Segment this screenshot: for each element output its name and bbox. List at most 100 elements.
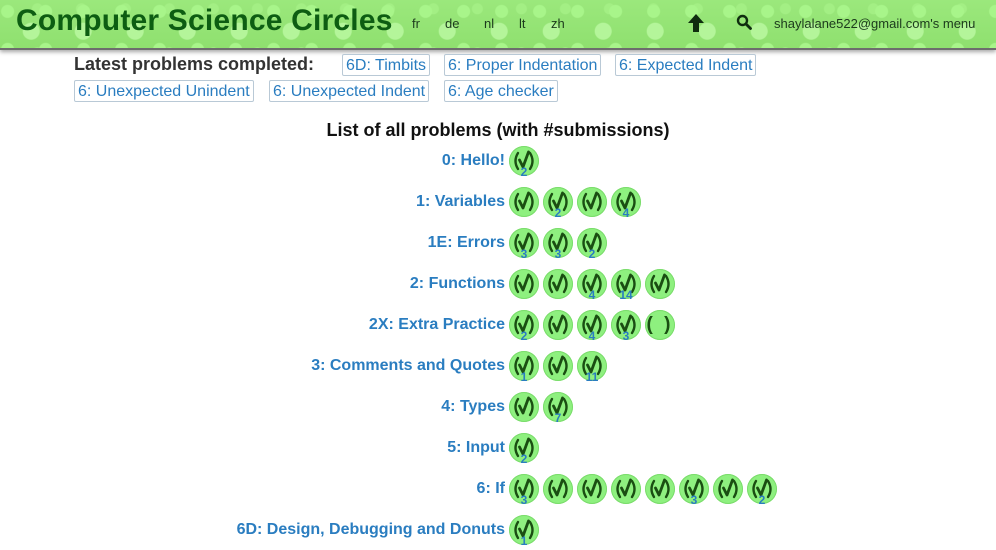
problem-done-badge[interactable]: 1 (509, 351, 539, 384)
checkmark-badge-icon (548, 273, 568, 294)
checkmark-badge-icon (514, 273, 534, 294)
empty-parens-icon: ( ) (646, 314, 674, 335)
problem-done-badge[interactable] (713, 474, 743, 504)
top-bar: Computer Science Circles fr de nl lt zh … (0, 0, 996, 50)
checkmark-badge-icon (514, 191, 534, 212)
problem-done-badge[interactable]: 2 (509, 146, 539, 179)
problem-done-badge[interactable]: 4 (577, 310, 607, 343)
problem-row: 0: Hello! 2 (0, 144, 996, 180)
submission-count: 3 (690, 493, 698, 507)
problem-done-badge[interactable]: 2 (577, 228, 607, 261)
submission-count: 2 (520, 165, 528, 179)
problem-done-badge[interactable] (543, 310, 573, 340)
problem-open-badge[interactable]: ( ) (645, 310, 675, 340)
checkmark-badge-icon (548, 478, 568, 499)
submission-count: 11 (585, 370, 599, 384)
problem-row: 5: Input 2 (0, 431, 996, 467)
latest-problem-link[interactable]: 6: Unexpected Indent (269, 80, 430, 102)
problem-list-title: List of all problems (with #submissions) (326, 120, 670, 140)
submission-count: 4 (588, 329, 596, 343)
problem-done-badge[interactable] (577, 474, 607, 504)
problem-done-badge[interactable] (645, 269, 675, 299)
problem-done-badge[interactable] (543, 269, 573, 299)
latest-problems-label: Latest problems completed: (74, 54, 315, 74)
problem-done-badge[interactable] (645, 474, 675, 504)
submission-count: 2 (588, 247, 596, 261)
problem-done-badge[interactable]: 3 (509, 474, 539, 507)
problem-done-badge[interactable] (543, 474, 573, 504)
problem-done-badge[interactable]: 2 (543, 187, 573, 220)
problem-row: 2: Functions 4 14 (0, 267, 996, 303)
submission-count: 14 (619, 288, 633, 302)
site-title[interactable]: Computer Science Circles (16, 4, 393, 38)
lang-de[interactable]: de (445, 16, 459, 31)
problem-chapter-link[interactable]: 1E: Errors (428, 234, 505, 252)
latest-problem-link[interactable]: 6: Age checker (444, 80, 558, 102)
problem-done-badge[interactable]: 2 (747, 474, 777, 507)
problem-row: 1E: Errors 3 3 2 (0, 226, 996, 262)
problem-row: 3: Comments and Quotes 1 11 (0, 349, 996, 385)
checkmark-badge-icon (548, 314, 568, 335)
lang-lt[interactable]: lt (519, 16, 526, 31)
arrow-up-icon[interactable] (686, 12, 706, 34)
problem-done-badge[interactable]: 14 (611, 269, 641, 302)
user-menu[interactable]: shaylalane522@gmail.com's menu (774, 16, 975, 31)
problem-done-badge[interactable]: 1 (509, 515, 539, 548)
problem-done-badge[interactable] (611, 474, 641, 504)
lang-nl[interactable]: nl (484, 16, 494, 31)
checkmark-badge-icon (616, 478, 636, 499)
problem-done-badge[interactable] (543, 351, 573, 381)
latest-problem-link[interactable]: 6: Expected Indent (615, 54, 757, 76)
checkmark-badge-icon (582, 478, 602, 499)
problem-row: 2X: Extra Practice 2 4 3 ( ) (0, 308, 996, 344)
submission-count: 1 (520, 370, 528, 384)
problem-row: 6D: Design, Debugging and Donuts 1 (0, 513, 996, 549)
submission-count: 3 (520, 247, 528, 261)
problem-done-badge[interactable] (509, 187, 539, 217)
submission-count: 2 (520, 452, 528, 466)
submission-count: 3 (622, 329, 630, 343)
problem-row: 6: If 3 3 2 (0, 472, 996, 508)
problem-done-badge[interactable]: 11 (577, 351, 607, 384)
problem-chapter-link[interactable]: 3: Comments and Quotes (311, 357, 505, 375)
submission-count: 3 (520, 493, 528, 507)
problem-done-badge[interactable] (509, 392, 539, 422)
problem-done-badge[interactable]: 3 (543, 228, 573, 261)
checkmark-badge-icon (718, 478, 738, 499)
submission-count: 2 (758, 493, 766, 507)
checkmark-badge-icon (650, 273, 670, 294)
problem-done-badge[interactable]: 3 (611, 310, 641, 343)
problem-done-badge[interactable]: 2 (509, 310, 539, 343)
submission-count: 2 (554, 206, 562, 220)
problem-done-badge[interactable]: 4 (611, 187, 641, 220)
problem-chapter-link[interactable]: 1: Variables (416, 193, 505, 211)
submission-count: 3 (554, 247, 562, 261)
problem-done-badge[interactable]: 3 (679, 474, 709, 507)
problem-done-badge[interactable] (509, 269, 539, 299)
checkmark-badge-icon (514, 396, 534, 417)
problem-chapter-link[interactable]: 2X: Extra Practice (369, 316, 505, 334)
problem-done-badge[interactable]: 3 (509, 228, 539, 261)
problem-row: 1: Variables 2 4 (0, 185, 996, 221)
problem-chapter-link[interactable]: 4: Types (441, 398, 505, 416)
submission-count: 2 (520, 329, 528, 343)
search-icon[interactable] (736, 14, 752, 30)
latest-problem-link[interactable]: 6D: Timbits (342, 54, 431, 76)
problem-chapter-link[interactable]: 2: Functions (410, 275, 505, 293)
problem-chapter-link[interactable]: 0: Hello! (442, 152, 505, 170)
lang-fr[interactable]: fr (412, 16, 420, 31)
problem-done-badge[interactable]: 4 (577, 269, 607, 302)
problem-chapter-link[interactable]: 6D: Design, Debugging and Donuts (237, 521, 505, 539)
latest-problem-link[interactable]: 6: Unexpected Unindent (74, 80, 254, 102)
problem-chapter-link[interactable]: 5: Input (447, 439, 505, 457)
latest-problem-link[interactable]: 6: Proper Indentation (444, 54, 602, 76)
problem-done-badge[interactable] (577, 187, 607, 217)
submission-count: 7 (554, 411, 562, 425)
problem-done-badge[interactable]: 7 (543, 392, 573, 425)
problem-chapter-link[interactable]: 6: If (477, 480, 505, 498)
lang-zh[interactable]: zh (551, 16, 565, 31)
submission-count: 4 (588, 288, 596, 302)
submission-count: 4 (622, 206, 630, 220)
problem-done-badge[interactable]: 2 (509, 433, 539, 466)
checkmark-badge-icon (582, 191, 602, 212)
